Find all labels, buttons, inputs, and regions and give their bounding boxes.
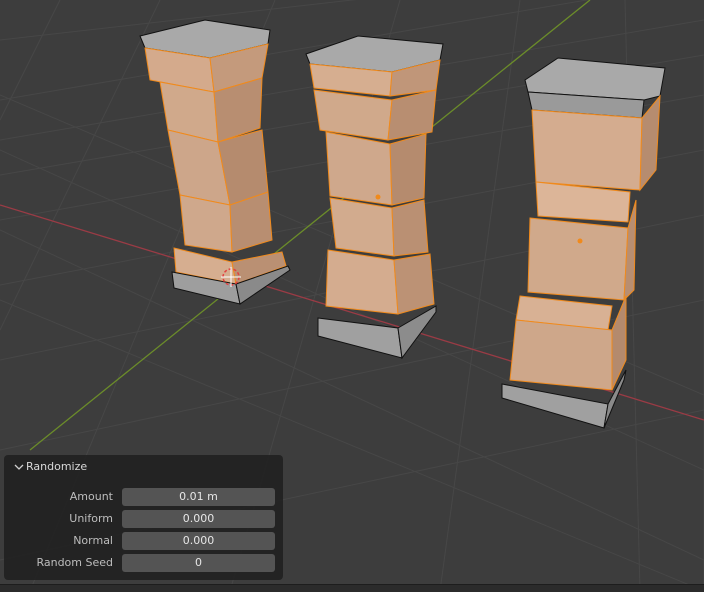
- property-random-seed: Random Seed 0: [4, 554, 283, 572]
- property-label: Uniform: [69, 512, 113, 525]
- pillar-object-1[interactable]: [139, 19, 291, 305]
- panel-title: Randomize: [26, 460, 88, 473]
- property-uniform: Uniform 0.000: [4, 510, 283, 528]
- random-seed-field[interactable]: 0: [122, 554, 275, 572]
- pillar-object-3[interactable]: [501, 57, 666, 429]
- property-amount: Amount 0.01 m: [4, 488, 283, 506]
- normal-field[interactable]: 0.000: [122, 532, 275, 550]
- operator-redo-panel[interactable]: Randomize Amount 0.01 m Uniform 0.000 No…: [4, 455, 283, 580]
- property-normal: Normal 0.000: [4, 532, 283, 550]
- amount-field[interactable]: 0.01 m: [122, 488, 275, 506]
- panel-header[interactable]: Randomize: [4, 455, 283, 479]
- pillar-object-2[interactable]: [305, 35, 444, 360]
- property-label: Normal: [73, 534, 113, 547]
- property-label: Random Seed: [36, 556, 113, 569]
- uniform-field[interactable]: 0.000: [122, 510, 275, 528]
- chevron-down-icon[interactable]: [14, 462, 24, 472]
- property-label: Amount: [69, 490, 113, 503]
- y-axis-line: [29, 0, 591, 451]
